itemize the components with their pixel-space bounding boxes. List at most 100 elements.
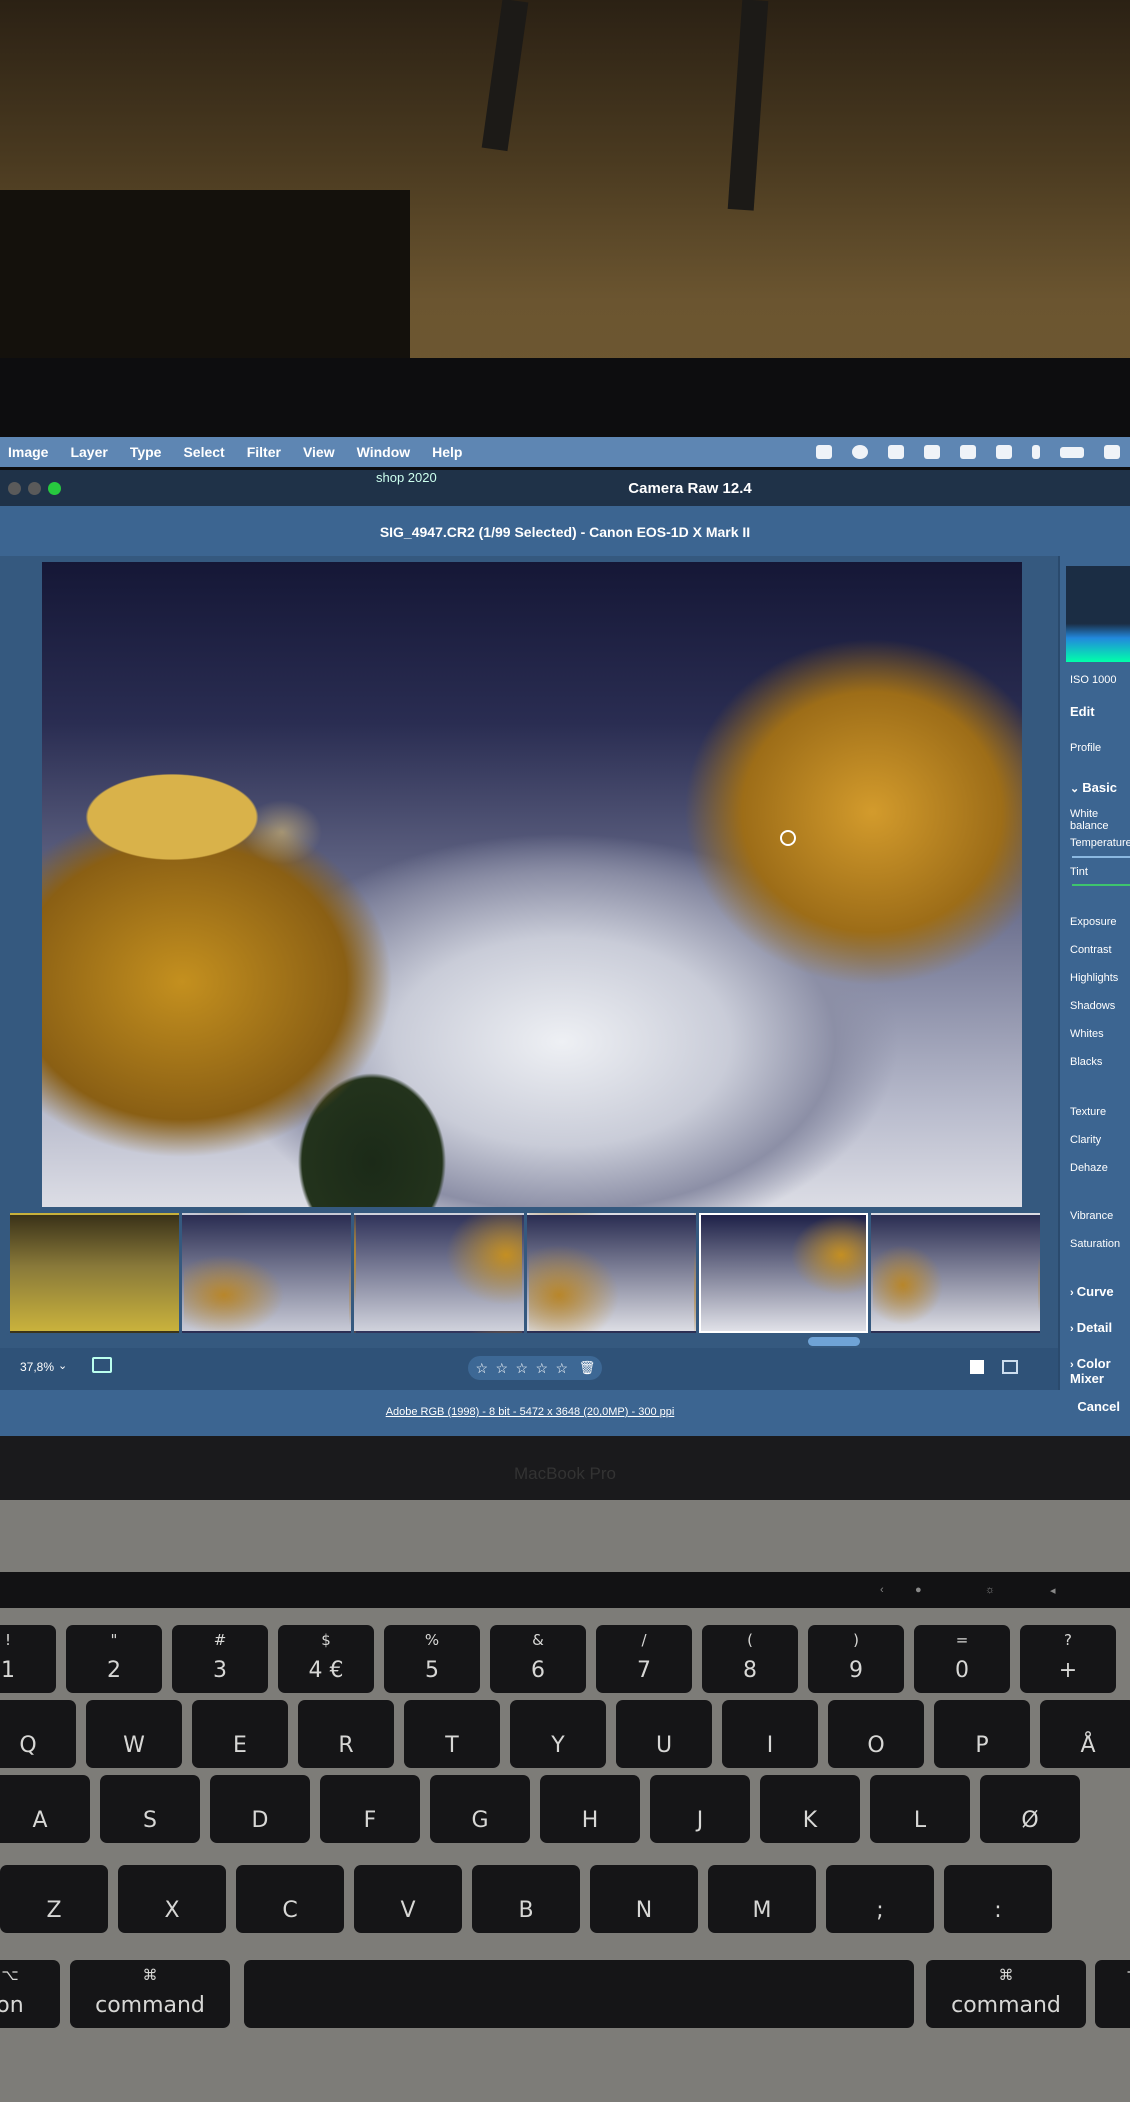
basic-section-header[interactable]: ⌄ Basic	[1070, 780, 1117, 795]
key-ø-label: Ø	[1021, 1808, 1039, 1833]
key-6[interactable]: & 6	[490, 1625, 586, 1693]
key-space[interactable]	[244, 1960, 914, 2028]
menu-view[interactable]: View	[303, 444, 335, 460]
filmstrip-scrollbar[interactable]	[808, 1337, 860, 1346]
thumbnail[interactable]	[527, 1213, 696, 1333]
menu-type[interactable]: Type	[130, 444, 162, 460]
key-j[interactable]: J	[650, 1775, 750, 1843]
temperature-slider[interactable]	[1072, 856, 1130, 858]
key-p[interactable]: P	[934, 1700, 1030, 1768]
key-d[interactable]: D	[210, 1775, 310, 1843]
menu-window[interactable]: Window	[357, 444, 411, 460]
key-h[interactable]: H	[540, 1775, 640, 1843]
siri-icon[interactable]: ●	[915, 1584, 922, 1596]
rating-star-5[interactable]: ☆	[555, 1360, 569, 1377]
key-5[interactable]: % 5	[384, 1625, 480, 1693]
key-semicolon[interactable]: ;	[826, 1865, 934, 1933]
key-v[interactable]: V	[354, 1865, 462, 1933]
rating-star-3[interactable]: ☆	[515, 1360, 529, 1377]
key-option-left[interactable]: ⌥ on	[0, 1960, 60, 2028]
rating-star-2[interactable]: ☆	[495, 1360, 509, 1377]
menu-image[interactable]: Image	[8, 444, 48, 460]
tint-slider[interactable]	[1072, 884, 1130, 886]
key-z[interactable]: Z	[0, 1865, 108, 1933]
user-icon[interactable]	[888, 445, 904, 459]
key-r[interactable]: R	[298, 1700, 394, 1768]
key-f[interactable]: F	[320, 1775, 420, 1843]
key-y[interactable]: Y	[510, 1700, 606, 1768]
key-å[interactable]: Å	[1040, 1700, 1130, 1768]
key-s[interactable]: S	[100, 1775, 200, 1843]
key-l[interactable]: L	[870, 1775, 970, 1843]
trash-icon[interactable]: 🗑	[579, 1360, 596, 1376]
key-command-right-shift-label: ⌘	[998, 1966, 1014, 1984]
key-m[interactable]: M	[708, 1865, 816, 1933]
key-ø[interactable]: Ø	[980, 1775, 1080, 1843]
save-options-icon[interactable]	[92, 1357, 112, 1373]
zoom-level[interactable]: 37,8%	[20, 1360, 54, 1374]
dropbox-icon[interactable]	[816, 445, 832, 459]
key-c[interactable]: C	[236, 1865, 344, 1933]
thumbnail[interactable]	[871, 1213, 1040, 1333]
key-1[interactable]: ! 1	[0, 1625, 56, 1693]
cancel-button[interactable]: Cancel	[1077, 1399, 1120, 1414]
photo-preview[interactable]	[42, 562, 1022, 1207]
before-after-icon[interactable]	[1002, 1360, 1018, 1374]
menu-filter[interactable]: Filter	[247, 444, 281, 460]
key-3[interactable]: #3	[172, 1625, 268, 1693]
mute-icon[interactable]	[996, 445, 1012, 459]
chevron-left-icon[interactable]: ‹	[880, 1584, 884, 1596]
key-i[interactable]: I	[722, 1700, 818, 1768]
rating-star-4[interactable]: ☆	[535, 1360, 549, 1377]
key-11[interactable]: ? +	[1020, 1625, 1116, 1693]
volume-icon[interactable]: ◂	[1050, 1584, 1056, 1597]
curve-section-header[interactable]: › Curve	[1070, 1284, 1114, 1299]
key-g[interactable]: G	[430, 1775, 530, 1843]
menu-select[interactable]: Select	[183, 444, 224, 460]
brightness-icon[interactable]: ☼	[985, 1584, 995, 1596]
key-a[interactable]: A	[0, 1775, 90, 1843]
key-command-left[interactable]: ⌘ command	[70, 1960, 230, 2028]
rating-star-1[interactable]: ☆	[475, 1360, 489, 1377]
key-2[interactable]: " 2	[66, 1625, 162, 1693]
wifi-icon[interactable]	[1104, 445, 1120, 459]
key-command-right-label: command	[951, 1993, 1061, 2018]
key-option-right[interactable]: ⌥	[1095, 1960, 1130, 2028]
color-mixer-section-header[interactable]: › Color Mixer	[1070, 1356, 1130, 1386]
layout-icon[interactable]	[924, 445, 940, 459]
menu-help[interactable]: Help	[432, 444, 462, 460]
detail-section-header[interactable]: › Detail	[1070, 1320, 1112, 1335]
thumbnail[interactable]	[354, 1213, 523, 1333]
key-7[interactable]: /7	[596, 1625, 692, 1693]
key-t[interactable]: T	[404, 1700, 500, 1768]
key-n[interactable]: N	[590, 1865, 698, 1933]
key-4[interactable]: $4 €	[278, 1625, 374, 1693]
key-b[interactable]: B	[472, 1865, 580, 1933]
key-colon[interactable]: :	[944, 1865, 1052, 1933]
menu-layer[interactable]: Layer	[70, 444, 107, 460]
key-a-label: A	[32, 1808, 48, 1833]
thumbnail-selected[interactable]	[698, 1213, 868, 1333]
key-k[interactable]: K	[760, 1775, 860, 1843]
key-w[interactable]: W	[86, 1700, 182, 1768]
key-o[interactable]: O	[828, 1700, 924, 1768]
key-u[interactable]: U	[616, 1700, 712, 1768]
profile-label: Profile	[1070, 742, 1102, 754]
thumbnail[interactable]	[182, 1213, 351, 1333]
battery-icon[interactable]	[1060, 446, 1084, 458]
key-10[interactable]: = 0	[914, 1625, 1010, 1693]
key-command-right[interactable]: ⌘ command	[926, 1960, 1086, 2028]
key-9[interactable]: ) 9	[808, 1625, 904, 1693]
single-view-icon[interactable]	[970, 1360, 984, 1374]
key-8[interactable]: (8	[702, 1625, 798, 1693]
key-q[interactable]: Q	[0, 1700, 76, 1768]
thumbnail[interactable]	[10, 1213, 180, 1333]
creative-cloud-icon[interactable]	[852, 445, 868, 459]
workflow-options-link[interactable]: Adobe RGB (1998) - 8 bit - 5472 x 3648 (…	[0, 1406, 1000, 1418]
key-e[interactable]: E	[192, 1700, 288, 1768]
bluetooth-icon[interactable]	[1032, 445, 1040, 459]
key-x[interactable]: X	[118, 1865, 226, 1933]
screen-mirror-icon[interactable]	[960, 445, 976, 459]
chevron-down-icon[interactable]: ⌄	[58, 1359, 67, 1372]
key-l-label: L	[913, 1808, 927, 1833]
